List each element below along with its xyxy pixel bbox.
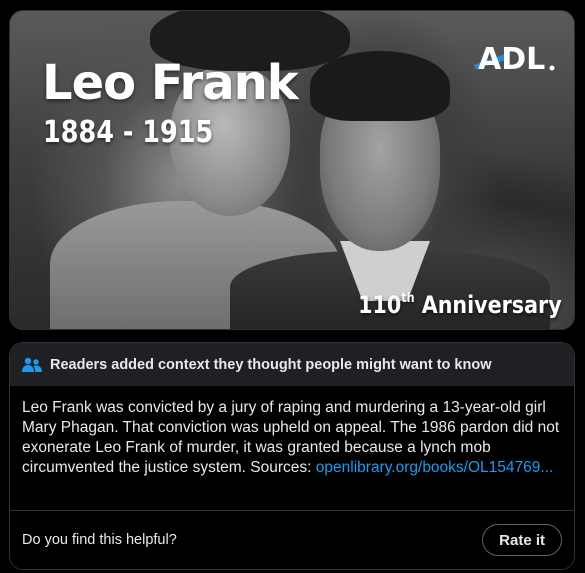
community-note-header-text: Readers added context they thought peopl…: [50, 356, 492, 373]
rate-it-button[interactable]: Rate it: [482, 524, 562, 556]
people-icon: [22, 357, 42, 372]
anniversary-suffix: th: [401, 291, 415, 306]
helpful-question: Do you find this helpful?: [22, 532, 177, 548]
adl-logo-icon: ADL: [474, 42, 555, 73]
photo-man-hair: [310, 51, 450, 121]
community-note-body: Leo Frank was convicted by a jury of rap…: [10, 386, 574, 510]
adl-logo-text: ADL: [478, 42, 545, 73]
community-note-footer: Do you find this helpful? Rate it: [10, 511, 574, 569]
image-title: Leo Frank: [42, 55, 299, 111]
community-note-header: Readers added context they thought peopl…: [10, 343, 574, 386]
anniversary-word: Anniversary: [422, 291, 562, 319]
adl-logo: ADL: [474, 41, 556, 73]
anniversary-label: 110th Anniversary: [358, 291, 562, 319]
community-note: Readers added context they thought peopl…: [9, 342, 575, 570]
image-years: 1884 - 1915: [43, 115, 214, 150]
post-media-image[interactable]: Leo Frank 1884 - 1915 ADL 110th Annivers…: [9, 10, 575, 330]
anniversary-number: 110: [358, 291, 402, 319]
source-link[interactable]: openlibrary.org/books/OL154769...: [316, 459, 554, 476]
